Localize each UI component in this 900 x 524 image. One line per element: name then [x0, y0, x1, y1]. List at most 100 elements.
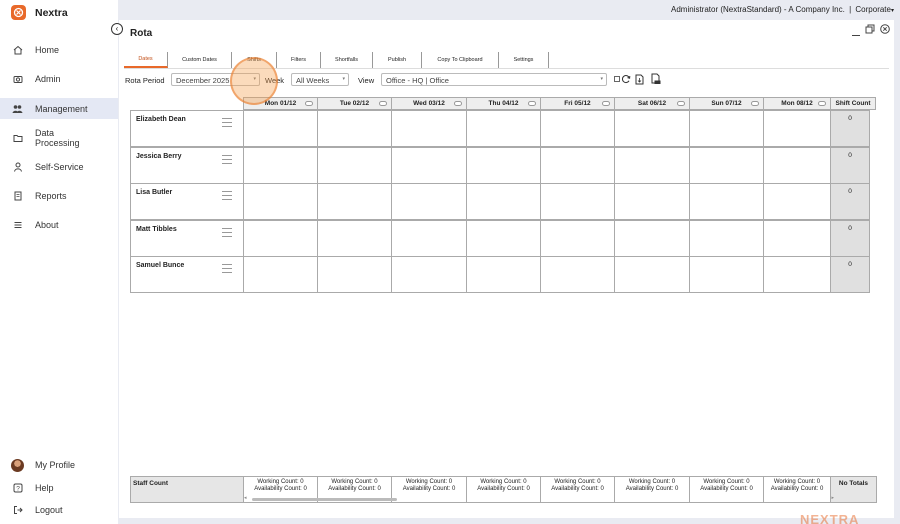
- collapse-sidebar-button[interactable]: ‹: [111, 23, 123, 35]
- shift-cell[interactable]: [689, 110, 764, 147]
- close-button[interactable]: [879, 23, 890, 34]
- shift-cell[interactable]: [466, 183, 541, 220]
- shift-cell[interactable]: [391, 219, 467, 257]
- horizontal-scrollbar[interactable]: ◂ ▸: [244, 495, 834, 501]
- shift-cell[interactable]: [391, 256, 467, 293]
- tab-dates[interactable]: Dates: [124, 52, 168, 68]
- shift-cell[interactable]: [243, 183, 318, 220]
- day-header[interactable]: Wed 03/12: [391, 97, 467, 110]
- sidebar-item-help[interactable]: ? Help: [0, 480, 118, 496]
- sidebar-item-my-profile[interactable]: My Profile: [0, 457, 118, 473]
- shift-cell[interactable]: [540, 219, 615, 257]
- shift-cell[interactable]: [317, 110, 392, 147]
- shift-cell[interactable]: [466, 219, 541, 257]
- toggle-icon[interactable]: [528, 101, 536, 106]
- shift-cell[interactable]: [689, 183, 764, 220]
- shift-cell[interactable]: [466, 146, 541, 184]
- shift-cell[interactable]: [391, 183, 467, 220]
- shift-cell[interactable]: [243, 110, 318, 147]
- shift-cell[interactable]: [540, 110, 615, 147]
- tab-publish[interactable]: Publish: [373, 52, 422, 68]
- minimize-button[interactable]: [850, 26, 861, 37]
- sidebar-item-management[interactable]: Management: [0, 98, 118, 119]
- sidebar-item-reports[interactable]: Reports: [0, 188, 118, 204]
- toggle-icon[interactable]: [751, 101, 759, 106]
- shift-cell[interactable]: [540, 146, 615, 184]
- shift-cell[interactable]: [466, 110, 541, 147]
- shift-cell[interactable]: [614, 256, 690, 293]
- week-select[interactable]: All Weeks ▾: [291, 73, 349, 86]
- shift-cell[interactable]: [391, 146, 467, 184]
- shift-cell[interactable]: [243, 146, 318, 184]
- toggle-icon[interactable]: [818, 101, 826, 106]
- day-header[interactable]: Sun 07/12: [689, 97, 764, 110]
- shift-cell[interactable]: [614, 183, 690, 220]
- tab-copy-to-clipboard[interactable]: Copy To Clipboard: [422, 52, 499, 68]
- refresh-button[interactable]: [621, 73, 631, 85]
- row-menu-icon[interactable]: [222, 191, 232, 200]
- tab-filters[interactable]: Filters: [277, 52, 321, 68]
- shift-cell[interactable]: [763, 110, 831, 147]
- day-header[interactable]: Thu 04/12: [466, 97, 541, 110]
- shift-cell[interactable]: [689, 146, 764, 184]
- export-button[interactable]: [634, 73, 644, 85]
- shift-cell[interactable]: [317, 219, 392, 257]
- toggle-icon[interactable]: [454, 101, 462, 106]
- tab-settings[interactable]: Settings: [499, 52, 549, 68]
- toggle-icon[interactable]: [602, 101, 610, 106]
- row-menu-icon[interactable]: [222, 264, 232, 273]
- shift-cell[interactable]: [540, 256, 615, 293]
- shift-cell[interactable]: [763, 146, 831, 184]
- shift-cell[interactable]: [243, 219, 318, 257]
- tab-shortfalls[interactable]: Shortfalls: [321, 52, 373, 68]
- scroll-right-icon[interactable]: ▸: [831, 495, 834, 501]
- toggle-icon[interactable]: [677, 101, 685, 106]
- shift-cell[interactable]: [689, 219, 764, 257]
- shift-cell[interactable]: [317, 256, 392, 293]
- sidebar-item-logout[interactable]: Logout: [0, 502, 118, 518]
- staff-name-cell[interactable]: Matt Tibbles: [130, 219, 244, 257]
- restore-button[interactable]: [864, 23, 875, 34]
- user-context-link[interactable]: Administrator (NextraStandard) - A Compa…: [671, 5, 845, 14]
- staff-name-cell[interactable]: Jessica Berry: [130, 146, 244, 184]
- row-menu-icon[interactable]: [222, 154, 232, 164]
- staff-name-cell[interactable]: Lisa Butler: [130, 183, 244, 220]
- shift-cell[interactable]: [466, 256, 541, 293]
- brand[interactable]: Nextra: [11, 5, 68, 20]
- shift-cell[interactable]: [317, 183, 392, 220]
- sidebar-item-admin[interactable]: Admin: [0, 71, 118, 87]
- scrollbar-thumb[interactable]: [252, 498, 397, 501]
- shift-cell[interactable]: [243, 256, 318, 293]
- pdf-button[interactable]: [651, 73, 661, 85]
- sidebar-item-home[interactable]: Home: [0, 42, 118, 58]
- view-select[interactable]: Office - HQ | Office ▾: [381, 73, 607, 86]
- tab-custom-dates[interactable]: Custom Dates: [168, 52, 232, 68]
- day-header[interactable]: Mon 08/12: [763, 97, 831, 110]
- toggle-icon[interactable]: [379, 101, 387, 106]
- toggle-icon[interactable]: [305, 101, 313, 106]
- rota-period-select[interactable]: December 2025 ▾: [171, 73, 260, 86]
- shift-cell[interactable]: [614, 146, 690, 184]
- scroll-left-icon[interactable]: ◂: [244, 495, 247, 501]
- sidebar-item-data-processing[interactable]: Data Processing: [0, 128, 118, 148]
- shift-cell[interactable]: [391, 110, 467, 147]
- shift-cell[interactable]: [614, 219, 690, 257]
- tab-shifts[interactable]: Shifts: [232, 52, 277, 68]
- shift-cell[interactable]: [540, 183, 615, 220]
- shift-cell[interactable]: [317, 146, 392, 184]
- shift-cell[interactable]: [763, 219, 831, 257]
- shift-cell[interactable]: [689, 256, 764, 293]
- staff-name-cell[interactable]: Samuel Bunce: [130, 256, 244, 293]
- row-menu-icon[interactable]: [222, 118, 232, 127]
- context-dropdown[interactable]: Corporate ▾: [855, 5, 894, 14]
- shift-cell[interactable]: [614, 110, 690, 147]
- day-header[interactable]: Tue 02/12: [317, 97, 392, 110]
- row-menu-icon[interactable]: [222, 227, 232, 237]
- day-header[interactable]: Fri 05/12: [540, 97, 615, 110]
- staff-name-cell[interactable]: Elizabeth Dean: [130, 110, 244, 147]
- shift-cell[interactable]: [763, 183, 831, 220]
- day-header[interactable]: Mon 01/12: [243, 97, 318, 110]
- sidebar-item-self-service[interactable]: Self-Service: [0, 159, 118, 175]
- day-header[interactable]: Sat 06/12: [614, 97, 690, 110]
- sidebar-item-about[interactable]: About: [0, 217, 118, 233]
